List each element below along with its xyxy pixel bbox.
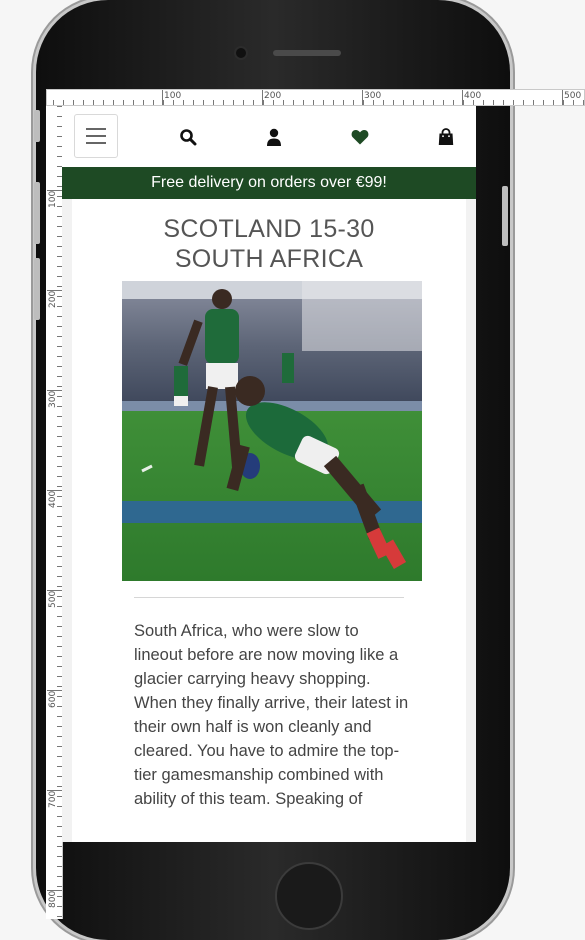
phone-speaker: [273, 50, 341, 56]
article-body: South Africa, who were slow to lineout b…: [134, 622, 409, 808]
ruler-label: 600: [48, 690, 58, 708]
ruler-tick: [162, 90, 163, 105]
ruler-label: 500: [48, 590, 58, 608]
ruler-label: 800: [48, 890, 58, 908]
shopping-bag-icon[interactable]: [436, 127, 456, 147]
ruler-label: 100: [48, 190, 58, 208]
article-card: SCOTLAND 15-30 SOUTH AFRICA South Africa…: [72, 199, 466, 842]
phone-side-button: [34, 258, 40, 320]
phone-side-button: [34, 182, 40, 244]
ruler-label: 300: [48, 390, 58, 408]
promo-banner: Free delivery on orders over €99!: [62, 167, 476, 199]
ruler-label: 500: [564, 91, 582, 101]
article-title: SCOTLAND 15-30 SOUTH AFRICA: [72, 214, 466, 274]
ruler-label: 200: [48, 290, 58, 308]
navbar: [62, 106, 476, 167]
heart-icon[interactable]: [350, 127, 370, 147]
rugby-try-photo: [122, 281, 422, 581]
phone-screen: Free delivery on orders over €99! SCOTLA…: [62, 106, 476, 842]
article-title-line: SCOTLAND 15-30: [163, 215, 375, 243]
ruler-label: 400: [48, 490, 58, 508]
hamburger-menu-icon[interactable]: [74, 114, 118, 158]
phone-home-button[interactable]: [275, 862, 343, 930]
ruler-top: [46, 89, 585, 106]
ruler-label: 200: [264, 91, 282, 101]
ruler-tick: [462, 90, 463, 105]
divider: [134, 597, 404, 598]
article-photo: [122, 281, 422, 581]
phone-side-button: [34, 110, 40, 142]
user-icon[interactable]: [264, 127, 284, 147]
ruler-tick: [262, 90, 263, 105]
ruler-label: 100: [164, 91, 182, 101]
ruler-tick: [562, 90, 563, 105]
phone-side-button: [502, 186, 508, 246]
ruler-label: 300: [364, 91, 382, 101]
ruler-tick: [362, 90, 363, 105]
ruler-label: 400: [464, 91, 482, 101]
phone-camera: [234, 46, 248, 60]
article-title-line: SOUTH AFRICA: [174, 245, 364, 273]
ruler-label: 700: [48, 790, 58, 808]
promo-text: Free delivery on orders over €99!: [151, 174, 387, 191]
search-icon[interactable]: [178, 127, 198, 147]
